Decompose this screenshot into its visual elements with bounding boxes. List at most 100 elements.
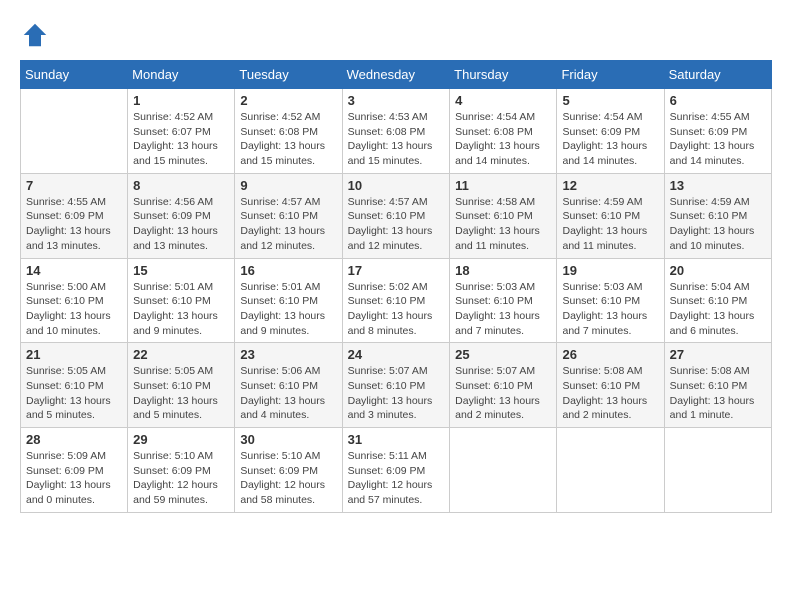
day-info: Sunrise: 5:01 AM Sunset: 6:10 PM Dayligh…: [133, 280, 229, 339]
page-header: [20, 20, 772, 50]
calendar-body: 1 Sunrise: 4:52 AM Sunset: 6:07 PM Daylig…: [21, 89, 772, 513]
day-number: 1: [133, 93, 229, 108]
day-number: 6: [670, 93, 766, 108]
calendar-cell: 5 Sunrise: 4:54 AM Sunset: 6:09 PM Daylig…: [557, 89, 664, 174]
day-number: 19: [562, 263, 658, 278]
day-header-tuesday: Tuesday: [235, 61, 342, 89]
calendar-cell: 21 Sunrise: 5:05 AM Sunset: 6:10 PM Dayli…: [21, 343, 128, 428]
calendar-cell: 13 Sunrise: 4:59 AM Sunset: 6:10 PM Dayli…: [664, 173, 771, 258]
calendar-cell: 28 Sunrise: 5:09 AM Sunset: 6:09 PM Dayli…: [21, 428, 128, 513]
calendar-cell: 31 Sunrise: 5:11 AM Sunset: 6:09 PM Dayli…: [342, 428, 450, 513]
day-number: 5: [562, 93, 658, 108]
day-number: 12: [562, 178, 658, 193]
day-info: Sunrise: 4:58 AM Sunset: 6:10 PM Dayligh…: [455, 195, 551, 254]
day-info: Sunrise: 5:07 AM Sunset: 6:10 PM Dayligh…: [455, 364, 551, 423]
day-number: 13: [670, 178, 766, 193]
calendar-cell: 26 Sunrise: 5:08 AM Sunset: 6:10 PM Dayli…: [557, 343, 664, 428]
calendar-cell: 24 Sunrise: 5:07 AM Sunset: 6:10 PM Dayli…: [342, 343, 450, 428]
day-info: Sunrise: 4:54 AM Sunset: 6:09 PM Dayligh…: [562, 110, 658, 169]
day-number: 4: [455, 93, 551, 108]
day-number: 7: [26, 178, 122, 193]
day-number: 18: [455, 263, 551, 278]
day-info: Sunrise: 5:07 AM Sunset: 6:10 PM Dayligh…: [348, 364, 445, 423]
calendar-cell: [557, 428, 664, 513]
day-number: 26: [562, 347, 658, 362]
day-info: Sunrise: 5:06 AM Sunset: 6:10 PM Dayligh…: [240, 364, 336, 423]
day-info: Sunrise: 4:52 AM Sunset: 6:08 PM Dayligh…: [240, 110, 336, 169]
calendar-cell: 27 Sunrise: 5:08 AM Sunset: 6:10 PM Dayli…: [664, 343, 771, 428]
day-info: Sunrise: 5:01 AM Sunset: 6:10 PM Dayligh…: [240, 280, 336, 339]
calendar-week-row: 1 Sunrise: 4:52 AM Sunset: 6:07 PM Daylig…: [21, 89, 772, 174]
calendar-cell: [21, 89, 128, 174]
calendar-week-row: 21 Sunrise: 5:05 AM Sunset: 6:10 PM Dayli…: [21, 343, 772, 428]
day-info: Sunrise: 4:53 AM Sunset: 6:08 PM Dayligh…: [348, 110, 445, 169]
calendar-cell: 30 Sunrise: 5:10 AM Sunset: 6:09 PM Dayli…: [235, 428, 342, 513]
day-number: 14: [26, 263, 122, 278]
calendar-cell: 7 Sunrise: 4:55 AM Sunset: 6:09 PM Daylig…: [21, 173, 128, 258]
day-info: Sunrise: 5:11 AM Sunset: 6:09 PM Dayligh…: [348, 449, 445, 508]
day-number: 21: [26, 347, 122, 362]
day-info: Sunrise: 5:08 AM Sunset: 6:10 PM Dayligh…: [670, 364, 766, 423]
day-number: 30: [240, 432, 336, 447]
calendar-cell: [450, 428, 557, 513]
day-header-saturday: Saturday: [664, 61, 771, 89]
day-info: Sunrise: 5:10 AM Sunset: 6:09 PM Dayligh…: [133, 449, 229, 508]
day-number: 31: [348, 432, 445, 447]
calendar-cell: 14 Sunrise: 5:00 AM Sunset: 6:10 PM Dayli…: [21, 258, 128, 343]
day-header-thursday: Thursday: [450, 61, 557, 89]
calendar-cell: 15 Sunrise: 5:01 AM Sunset: 6:10 PM Dayli…: [128, 258, 235, 343]
day-number: 24: [348, 347, 445, 362]
day-number: 16: [240, 263, 336, 278]
calendar-cell: [664, 428, 771, 513]
day-info: Sunrise: 4:59 AM Sunset: 6:10 PM Dayligh…: [670, 195, 766, 254]
calendar-cell: 8Sunrise: 4:56 AM Sunset: 6:09 PM Daylig…: [128, 173, 235, 258]
day-info: Sunrise: 5:05 AM Sunset: 6:10 PM Dayligh…: [26, 364, 122, 423]
day-info: Sunrise: 5:08 AM Sunset: 6:10 PM Dayligh…: [562, 364, 658, 423]
calendar-cell: 20Sunrise: 5:04 AM Sunset: 6:10 PM Dayli…: [664, 258, 771, 343]
day-info: Sunrise: 4:55 AM Sunset: 6:09 PM Dayligh…: [670, 110, 766, 169]
calendar-cell: 12Sunrise: 4:59 AM Sunset: 6:10 PM Dayli…: [557, 173, 664, 258]
calendar-cell: 11 Sunrise: 4:58 AM Sunset: 6:10 PM Dayli…: [450, 173, 557, 258]
day-number: 8: [133, 178, 229, 193]
day-number: 11: [455, 178, 551, 193]
day-info: Sunrise: 5:05 AM Sunset: 6:10 PM Dayligh…: [133, 364, 229, 423]
day-number: 15: [133, 263, 229, 278]
calendar-cell: 2 Sunrise: 4:52 AM Sunset: 6:08 PM Daylig…: [235, 89, 342, 174]
day-number: 27: [670, 347, 766, 362]
day-info: Sunrise: 5:04 AM Sunset: 6:10 PM Dayligh…: [670, 280, 766, 339]
day-info: Sunrise: 5:09 AM Sunset: 6:09 PM Dayligh…: [26, 449, 122, 508]
calendar-cell: 22 Sunrise: 5:05 AM Sunset: 6:10 PM Dayli…: [128, 343, 235, 428]
calendar-week-row: 7 Sunrise: 4:55 AM Sunset: 6:09 PM Daylig…: [21, 173, 772, 258]
day-header-monday: Monday: [128, 61, 235, 89]
calendar-cell: 19 Sunrise: 5:03 AM Sunset: 6:10 PM Dayli…: [557, 258, 664, 343]
day-number: 2: [240, 93, 336, 108]
day-info: Sunrise: 5:10 AM Sunset: 6:09 PM Dayligh…: [240, 449, 336, 508]
calendar-cell: 9Sunrise: 4:57 AM Sunset: 6:10 PM Daylig…: [235, 173, 342, 258]
calendar-table: SundayMondayTuesdayWednesdayThursdayFrid…: [20, 60, 772, 513]
logo-icon: [20, 20, 50, 50]
calendar-cell: 10Sunrise: 4:57 AM Sunset: 6:10 PM Dayli…: [342, 173, 450, 258]
day-header-sunday: Sunday: [21, 61, 128, 89]
day-header-friday: Friday: [557, 61, 664, 89]
day-info: Sunrise: 5:03 AM Sunset: 6:10 PM Dayligh…: [562, 280, 658, 339]
calendar-week-row: 28 Sunrise: 5:09 AM Sunset: 6:09 PM Dayli…: [21, 428, 772, 513]
day-number: 28: [26, 432, 122, 447]
calendar-cell: 23 Sunrise: 5:06 AM Sunset: 6:10 PM Dayli…: [235, 343, 342, 428]
day-header-wednesday: Wednesday: [342, 61, 450, 89]
calendar-cell: 29Sunrise: 5:10 AM Sunset: 6:09 PM Dayli…: [128, 428, 235, 513]
calendar-header-row: SundayMondayTuesdayWednesdayThursdayFrid…: [21, 61, 772, 89]
day-number: 23: [240, 347, 336, 362]
calendar-week-row: 14 Sunrise: 5:00 AM Sunset: 6:10 PM Dayli…: [21, 258, 772, 343]
calendar-cell: 18 Sunrise: 5:03 AM Sunset: 6:10 PM Dayli…: [450, 258, 557, 343]
day-number: 22: [133, 347, 229, 362]
day-info: Sunrise: 5:00 AM Sunset: 6:10 PM Dayligh…: [26, 280, 122, 339]
day-number: 9: [240, 178, 336, 193]
calendar-cell: 3Sunrise: 4:53 AM Sunset: 6:08 PM Daylig…: [342, 89, 450, 174]
day-info: Sunrise: 4:57 AM Sunset: 6:10 PM Dayligh…: [348, 195, 445, 254]
day-info: Sunrise: 4:52 AM Sunset: 6:07 PM Dayligh…: [133, 110, 229, 169]
calendar-cell: 1 Sunrise: 4:52 AM Sunset: 6:07 PM Daylig…: [128, 89, 235, 174]
day-number: 25: [455, 347, 551, 362]
calendar-cell: 16 Sunrise: 5:01 AM Sunset: 6:10 PM Dayli…: [235, 258, 342, 343]
day-info: Sunrise: 5:03 AM Sunset: 6:10 PM Dayligh…: [455, 280, 551, 339]
day-info: Sunrise: 4:55 AM Sunset: 6:09 PM Dayligh…: [26, 195, 122, 254]
